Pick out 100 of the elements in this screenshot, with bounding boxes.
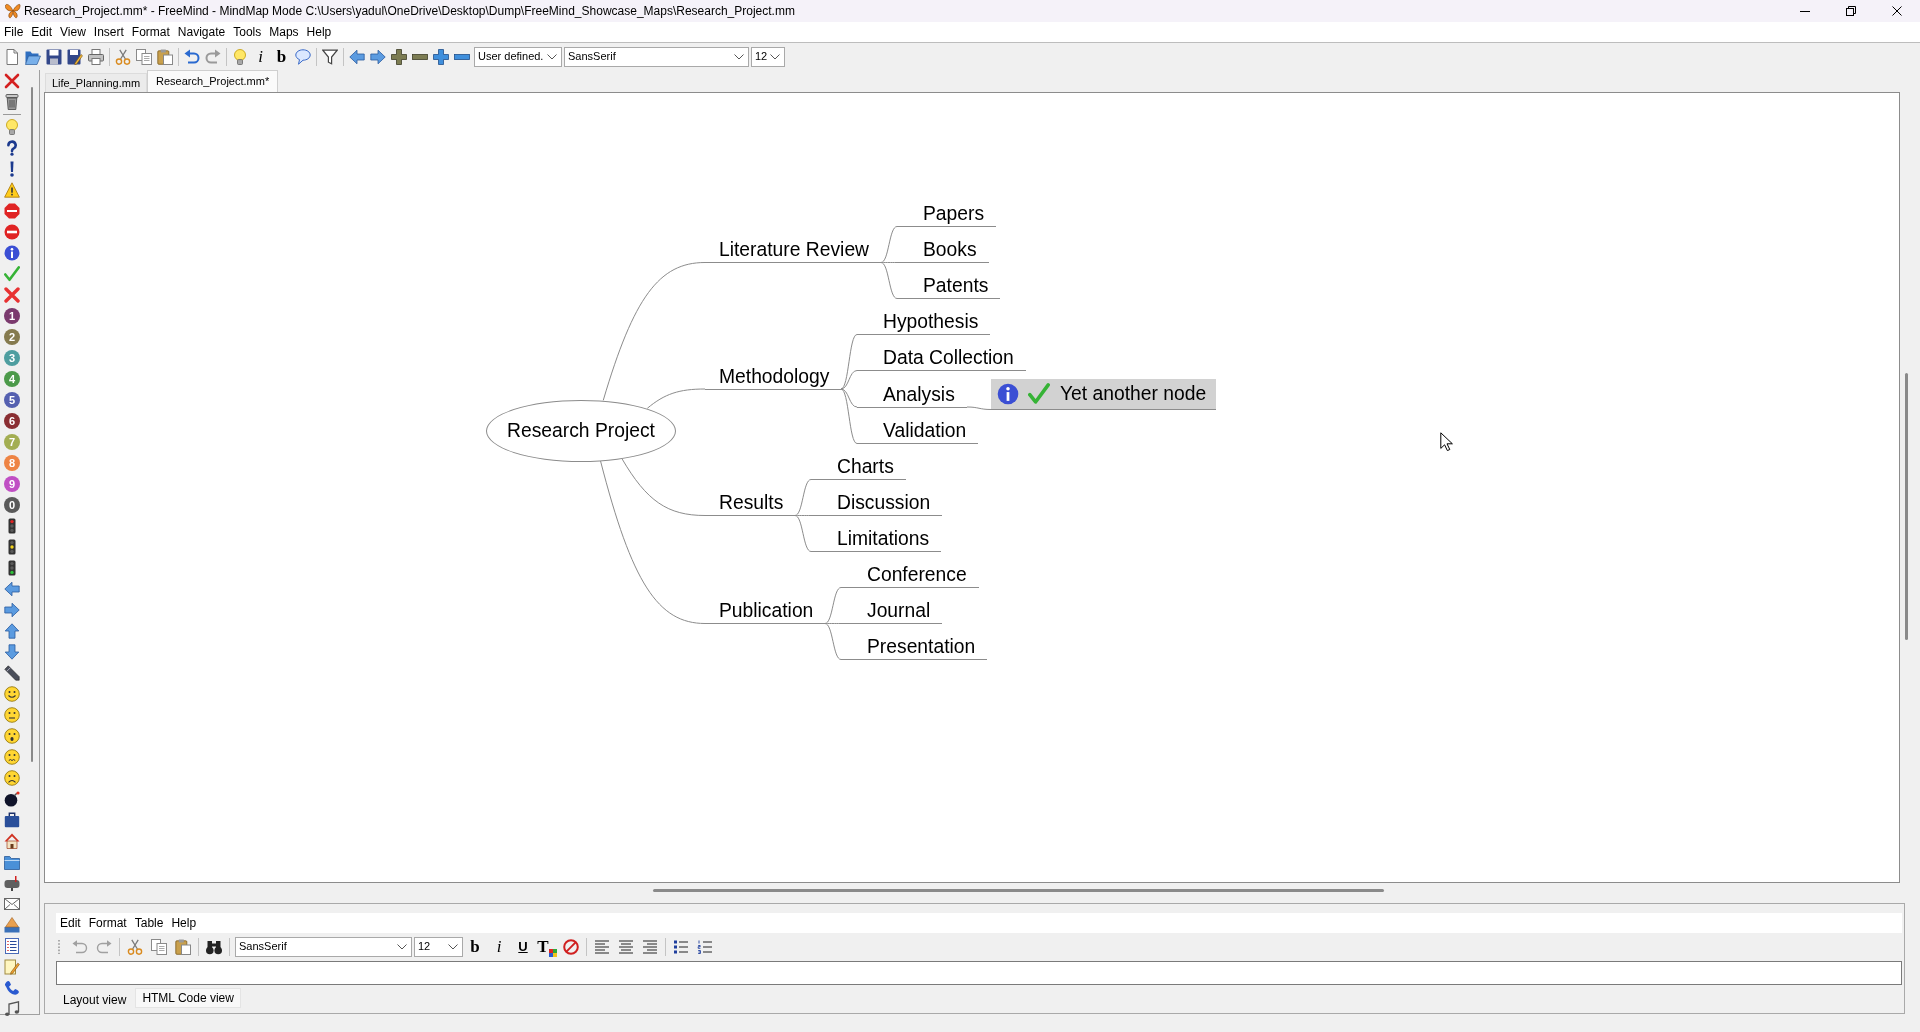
font-size-dropdown[interactable]: 12 [751, 46, 785, 67]
mindmap-node[interactable]: Validation [857, 418, 979, 444]
mindmap-node[interactable]: Limitations [811, 526, 942, 552]
toolbar-grip[interactable] [57, 938, 61, 955]
clipboard-icon[interactable] [156, 48, 173, 65]
underline-button[interactable]: U [511, 936, 535, 957]
cross-icon[interactable] [4, 286, 20, 303]
copy-icon[interactable] [135, 48, 152, 65]
mindmap-node[interactable]: Presentation [841, 634, 988, 660]
mindmap-node[interactable]: Analysis [857, 381, 967, 408]
copy-icon[interactable] [151, 938, 167, 955]
floppy-disk-pencil-icon[interactable] [66, 48, 83, 65]
text-input-field[interactable] [56, 961, 1902, 985]
speech-bubble-icon[interactable] [294, 48, 311, 65]
prohibition-icon[interactable] [563, 938, 579, 955]
arrow-left-icon[interactable] [348, 48, 365, 65]
filter-icon[interactable] [321, 48, 338, 65]
priority-number[interactable]: 5 [4, 391, 20, 408]
italic-button[interactable]: i [487, 936, 511, 957]
zoom-dropdown[interactable]: User defined. [474, 46, 562, 67]
mindmap-node[interactable]: Journal [841, 598, 943, 624]
menu-item[interactable]: Navigate [173, 22, 230, 42]
new-document-icon[interactable] [3, 48, 20, 65]
minus-icon[interactable] [411, 53, 428, 60]
priority-number[interactable]: 2 [4, 328, 20, 345]
trash-can-icon[interactable] [4, 93, 20, 110]
arrow-left-icon[interactable] [4, 580, 20, 597]
bold-button[interactable]: b [463, 936, 487, 957]
frowning-face-icon[interactable] [4, 748, 20, 765]
question-mark-icon[interactable] [4, 139, 20, 156]
tab[interactable]: Life_Planning.mm [45, 72, 148, 92]
menu-item[interactable]: Format [84, 913, 131, 933]
plus-icon[interactable] [390, 48, 407, 65]
mindmap-node[interactable]: Discussion [811, 490, 943, 516]
minimize-icon[interactable] [1800, 10, 1810, 12]
priority-number[interactable]: 9 [4, 475, 20, 492]
folder-icon[interactable] [4, 853, 20, 870]
mindmap-node[interactable]: Yet another node [991, 379, 1217, 410]
lightbulb-icon[interactable] [4, 118, 20, 135]
arrow-right-icon[interactable] [369, 48, 386, 65]
cross-icon[interactable] [4, 72, 20, 89]
mindmap-node[interactable]: Publication [705, 598, 826, 624]
lightbulb-icon[interactable] [231, 48, 248, 65]
minus-icon[interactable] [453, 53, 470, 60]
surprised-face-icon[interactable] [4, 727, 20, 744]
stop-sign-icon[interactable] [4, 202, 20, 219]
mindmap-node[interactable]: Papers [897, 201, 997, 227]
italic-button[interactable]: i [250, 46, 271, 67]
menu-item[interactable]: Help [167, 913, 201, 933]
mindmap-node[interactable]: Results [705, 490, 796, 516]
bulleted-list-icon[interactable] [673, 939, 689, 954]
menu-item[interactable]: Tools [229, 22, 266, 42]
info-icon[interactable] [4, 244, 20, 261]
tab[interactable]: Research_Project.mm* [147, 69, 279, 92]
plus-icon[interactable] [432, 48, 449, 65]
clipboard-icon[interactable] [175, 938, 191, 955]
warning-icon[interactable] [4, 181, 20, 198]
numbered-list-icon[interactable] [697, 939, 713, 954]
menu-item[interactable]: Help [302, 22, 336, 42]
envelope-icon[interactable] [4, 895, 20, 912]
phone-icon[interactable] [4, 979, 20, 996]
scissors-icon[interactable] [127, 938, 143, 955]
tab[interactable]: HTML Code view [135, 988, 241, 1009]
binoculars-icon[interactable] [206, 938, 222, 955]
mindmap-node[interactable]: Books [897, 237, 989, 263]
restore-icon[interactable] [1846, 6, 1856, 16]
menu-item[interactable]: View [56, 22, 90, 42]
redo-icon[interactable] [204, 48, 221, 65]
priority-number[interactable]: 6 [4, 412, 20, 429]
mindmap-node[interactable]: Charts [811, 454, 906, 480]
horizontal-scrollbar[interactable] [653, 889, 1384, 892]
printer-icon[interactable] [87, 48, 104, 65]
mindmap-node[interactable]: Literature Review [705, 237, 882, 263]
menu-item[interactable]: Format [127, 22, 174, 42]
pencil-icon[interactable] [4, 664, 20, 681]
mindmap-node[interactable]: Conference [841, 562, 979, 588]
sad-face-icon[interactable] [4, 769, 20, 786]
house-icon[interactable] [4, 832, 20, 849]
neutral-face-icon[interactable] [4, 706, 20, 723]
mindmap-node[interactable]: Patents [897, 273, 1001, 299]
menu-item[interactable]: File [0, 22, 28, 42]
menu-item[interactable]: Edit [56, 913, 85, 933]
font-size-dropdown[interactable]: 12 [414, 936, 463, 957]
smiley-face-icon[interactable] [4, 685, 20, 702]
landscape-icon[interactable] [4, 916, 20, 933]
mindmap-node[interactable]: Methodology [705, 363, 842, 390]
text-color-button[interactable]: T [535, 936, 559, 957]
align-right-icon[interactable] [642, 939, 658, 954]
align-center-icon[interactable] [618, 939, 634, 954]
music-notes-icon[interactable] [4, 1000, 20, 1017]
bold-button[interactable]: b [271, 46, 292, 67]
list-icon[interactable] [4, 937, 20, 954]
align-left-icon[interactable] [594, 939, 610, 954]
close-icon[interactable] [1892, 6, 1902, 16]
mailbox-icon[interactable] [4, 874, 20, 891]
priority-number[interactable]: 0 [4, 496, 20, 513]
root-node[interactable]: Research Project [486, 399, 676, 462]
arrow-up-icon[interactable] [4, 622, 20, 639]
check-mark-icon[interactable] [4, 265, 20, 282]
font-dropdown[interactable]: SansSerif [235, 936, 412, 957]
